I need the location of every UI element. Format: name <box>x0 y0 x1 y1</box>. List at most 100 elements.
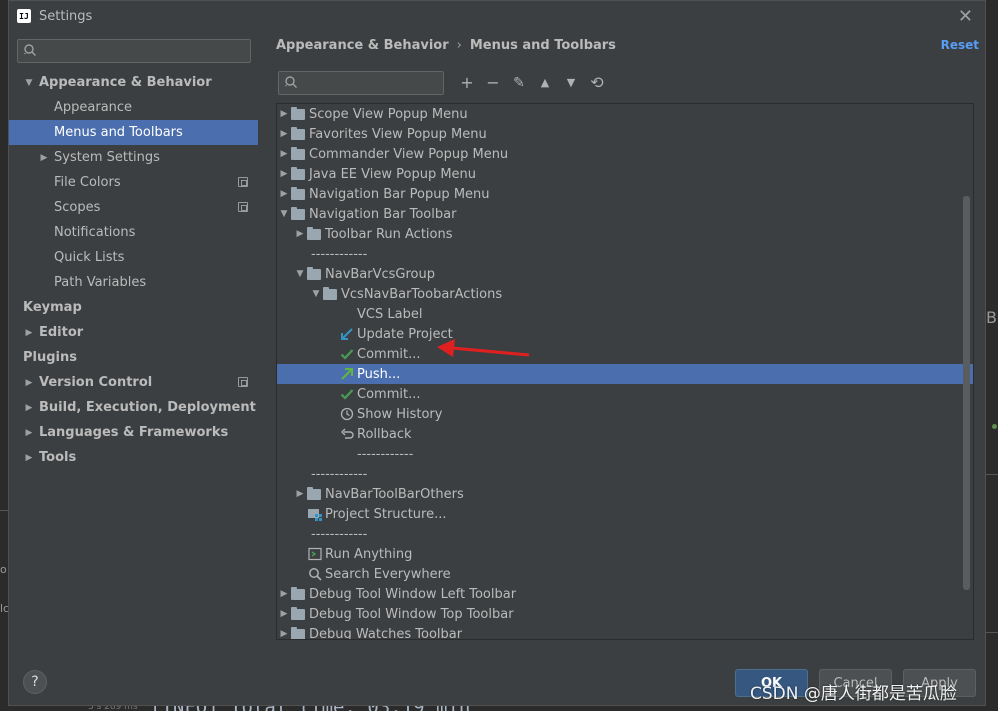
project-level-icon <box>238 202 248 212</box>
chevron-right-icon[interactable]: ▶ <box>293 224 307 244</box>
remove-action-icon[interactable]: − <box>480 71 506 95</box>
tree-item[interactable]: ▶ Favorites View Popup Menu <box>277 124 973 144</box>
chevron-right-icon[interactable]: ▶ <box>293 484 307 504</box>
sidebar-item[interactable]: Path Variables <box>9 270 258 295</box>
chevron-right-icon[interactable]: ▶ <box>277 184 291 204</box>
move-down-icon[interactable]: ▼ <box>558 71 584 95</box>
run-anything-icon <box>307 546 323 562</box>
chevron-right-icon[interactable]: ▶ <box>23 378 35 388</box>
tree-item-label: VCS Label <box>357 306 423 322</box>
commit-check-icon <box>339 386 355 402</box>
tree-item[interactable]: ▶ Java EE View Popup Menu <box>277 164 973 184</box>
clock-history-icon <box>339 406 355 422</box>
chevron-down-icon[interactable]: ▼ <box>293 264 307 284</box>
sidebar-item-label: Languages & Frameworks <box>39 425 229 440</box>
chevron-right-icon[interactable]: ▶ <box>277 584 291 604</box>
tree-item[interactable]: Commit... <box>277 384 973 404</box>
folder-icon <box>307 486 321 500</box>
sidebar-item[interactable]: Plugins <box>9 345 258 370</box>
tree-item[interactable]: ▼ NavBarVcsGroup <box>277 264 973 284</box>
chevron-right-icon[interactable]: ▶ <box>23 428 35 438</box>
chevron-right-icon[interactable]: ▶ <box>277 124 291 144</box>
update-project-icon <box>339 326 355 342</box>
tree-item[interactable]: ▶ Scope View Popup Menu <box>277 104 973 124</box>
tree-item[interactable]: ------------ <box>277 464 973 484</box>
chevron-right-icon[interactable]: ▶ <box>277 104 291 124</box>
edit-icon[interactable]: ✎ <box>506 71 532 95</box>
move-up-icon[interactable]: ▲ <box>532 71 558 95</box>
tree-item[interactable]: ▼ VcsNavBarToobarActions <box>277 284 973 304</box>
sidebar-item[interactable]: Scopes <box>9 195 258 220</box>
chevron-right-icon[interactable]: ▶ <box>23 453 35 463</box>
sidebar-item[interactable]: Notifications <box>9 220 258 245</box>
tree-item[interactable]: ▶ Debug Tool Window Left Toolbar <box>277 584 973 604</box>
tree-item[interactable]: Project Structure... <box>277 504 973 524</box>
chevron-down-icon[interactable]: ▼ <box>23 78 35 88</box>
tree-item[interactable]: ▶ Debug Watches Toolbar <box>277 624 973 639</box>
sidebar-item-label: Version Control <box>39 375 153 390</box>
tree-item[interactable]: ▶ Toolbar Run Actions <box>277 224 973 244</box>
close-icon[interactable]: ✕ <box>958 6 973 27</box>
chevron-down-icon[interactable]: ▼ <box>277 204 291 224</box>
tree-item[interactable]: Search Everywhere <box>277 564 973 584</box>
tree-item[interactable]: VCS Label <box>277 304 973 324</box>
tree-search-input[interactable] <box>278 70 444 95</box>
background-gutter-text: o <box>0 563 7 576</box>
tree-item[interactable]: ------------ <box>277 444 973 464</box>
sidebar-item[interactable]: ▶ Tools <box>9 445 258 470</box>
folder-icon <box>291 626 305 639</box>
chevron-right-icon[interactable]: ▶ <box>277 604 291 624</box>
tree-item-label: Commander View Popup Menu <box>309 146 509 162</box>
sidebar-item[interactable]: ▼ Appearance & Behavior <box>9 70 258 95</box>
sidebar-item[interactable]: File Colors <box>9 170 258 195</box>
tree-item-label: VcsNavBarToobarActions <box>341 286 503 302</box>
chevron-right-icon[interactable]: ▶ <box>277 624 291 639</box>
sidebar-item[interactable]: Quick Lists <box>9 245 258 270</box>
tree-item[interactable]: ▶ NavBarToolBarOthers <box>277 484 973 504</box>
tree-item[interactable]: Rollback <box>277 424 973 444</box>
chevron-right-icon[interactable]: ▶ <box>23 328 35 338</box>
settings-search-input[interactable] <box>17 39 251 63</box>
sidebar-item-label: File Colors <box>54 175 121 190</box>
tree-item[interactable]: ▶ Navigation Bar Popup Menu <box>277 184 973 204</box>
settings-nav-list: ▼ Appearance & Behavior Appearance Menus an… <box>9 70 258 470</box>
sidebar-item-label: Tools <box>39 450 77 465</box>
help-button[interactable]: ? <box>23 670 47 694</box>
tree-item[interactable]: Run Anything <box>277 544 973 564</box>
folder-icon <box>323 286 337 300</box>
add-action-icon[interactable]: + <box>454 71 480 95</box>
tree-item[interactable]: ------------ <box>277 524 973 544</box>
tree-scrollbar[interactable] <box>963 196 970 590</box>
chevron-right-icon[interactable]: ▶ <box>277 144 291 164</box>
reset-link[interactable]: Reset <box>941 38 979 52</box>
tree-item[interactable]: Commit... <box>277 344 973 364</box>
chevron-right-icon[interactable]: ▶ <box>23 403 35 413</box>
tree-item[interactable]: ------------ <box>277 244 973 264</box>
tree-item[interactable]: ▼ Navigation Bar Toolbar <box>277 204 973 224</box>
sidebar-item[interactable]: Keymap <box>9 295 258 320</box>
tree-item[interactable]: ▶ Debug Tool Window Top Toolbar <box>277 604 973 624</box>
chevron-right-icon[interactable]: ▶ <box>277 164 291 184</box>
window-title: Settings <box>39 8 93 24</box>
sidebar-item[interactable]: ▶ Build, Execution, Deployment <box>9 395 258 420</box>
chevron-right-icon[interactable]: ▶ <box>38 153 50 163</box>
tree-item[interactable]: Update Project <box>277 324 973 344</box>
tree-item-label: Favorites View Popup Menu <box>309 126 487 142</box>
chevron-down-icon[interactable]: ▼ <box>309 284 323 304</box>
sidebar-item[interactable]: Appearance <box>9 95 258 120</box>
sidebar-item[interactable]: ▶ Version Control <box>9 370 258 395</box>
tree-item-label: Run Anything <box>325 546 413 562</box>
folder-icon <box>307 226 321 240</box>
sidebar-item[interactable]: ▶ System Settings <box>9 145 258 170</box>
tree-item[interactable]: Show History <box>277 404 973 424</box>
sidebar-item[interactable]: ▶ Editor <box>9 320 258 345</box>
tree-item[interactable]: Push... <box>277 364 973 384</box>
sidebar-item-label: Notifications <box>54 225 136 240</box>
restore-defaults-icon[interactable]: ⟲ <box>584 71 610 95</box>
sidebar-item[interactable]: ▶ Languages & Frameworks <box>9 420 258 445</box>
sidebar-item[interactable]: Menus and Toolbars <box>9 120 258 145</box>
folder-icon <box>291 186 305 200</box>
breadcrumb-separator: › <box>456 38 462 53</box>
tree-item[interactable]: ▶ Commander View Popup Menu <box>277 144 973 164</box>
folder-icon <box>307 266 321 280</box>
